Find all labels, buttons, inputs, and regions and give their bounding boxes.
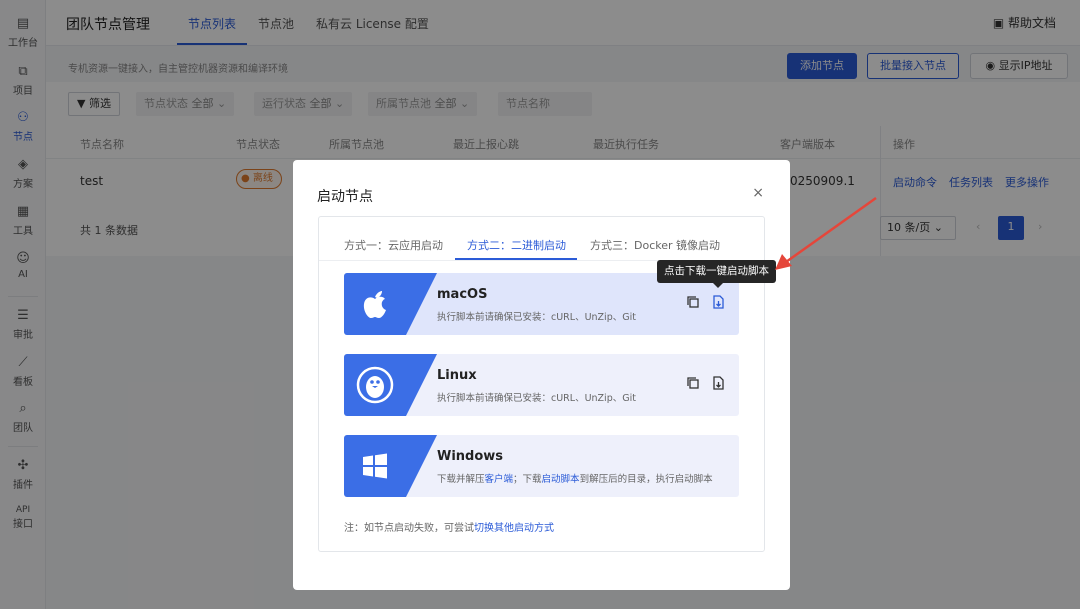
os-name: Windows (437, 449, 504, 464)
script-download-link[interactable]: 启动脚本 (542, 474, 580, 485)
tab-cloud-app[interactable]: 方式一：云应用启动 (344, 237, 443, 253)
linux-penguin-icon (356, 366, 394, 404)
fallback-note: 注：如节点启动失败，可尝试切换其他启动方式 (344, 519, 554, 534)
card-accent-shape (344, 435, 437, 497)
os-requirement: 执行脚本前请确保已安装：cURL、UnZip、Git (437, 312, 636, 323)
download-script-icon[interactable] (711, 376, 725, 390)
modal-title: 启动节点 (317, 189, 373, 205)
copy-icon[interactable] (686, 295, 700, 309)
switch-method-link[interactable]: 切换其他启动方式 (474, 523, 554, 534)
note-text: 注：如节点启动失败，可尝试 (344, 523, 474, 534)
apple-icon (363, 291, 386, 318)
windows-icon (363, 453, 387, 479)
os-instruction: 下载并解压客户端；下载启动脚本到解压后的目录，执行启动脚本 (437, 471, 713, 485)
close-icon[interactable]: × (752, 185, 764, 201)
instruction-text: ；下载 (513, 474, 542, 485)
instruction-text: 下载并解压 (437, 474, 485, 485)
copy-icon[interactable] (686, 376, 700, 390)
os-card-linux: Linux 执行脚本前请确保已安装：cURL、UnZip、Git (344, 354, 739, 416)
os-name: macOS (437, 287, 488, 302)
tab-docker[interactable]: 方式三：Docker 镜像启动 (590, 237, 720, 253)
os-name: Linux (437, 368, 477, 383)
card-accent-shape (344, 354, 437, 416)
start-node-modal: 启动节点 × 方式一：云应用启动 方式二：二进制启动 方式三：Docker 镜像… (293, 160, 790, 590)
os-requirement: 执行脚本前请确保已安装：cURL、UnZip、Git (437, 393, 636, 404)
instruction-text: 到解压后的目录，执行启动脚本 (579, 474, 713, 485)
download-script-icon[interactable] (711, 295, 725, 309)
os-card-windows: Windows 下载并解压客户端；下载启动脚本到解压后的目录，执行启动脚本 (344, 435, 739, 497)
tab-binary[interactable]: 方式二：二进制启动 (467, 237, 566, 253)
active-tab-indicator (455, 258, 577, 260)
client-download-link[interactable]: 客户端 (485, 474, 514, 485)
tooltip-pointer (713, 283, 723, 288)
download-tooltip: 点击下载一键启动脚本 (657, 260, 776, 283)
